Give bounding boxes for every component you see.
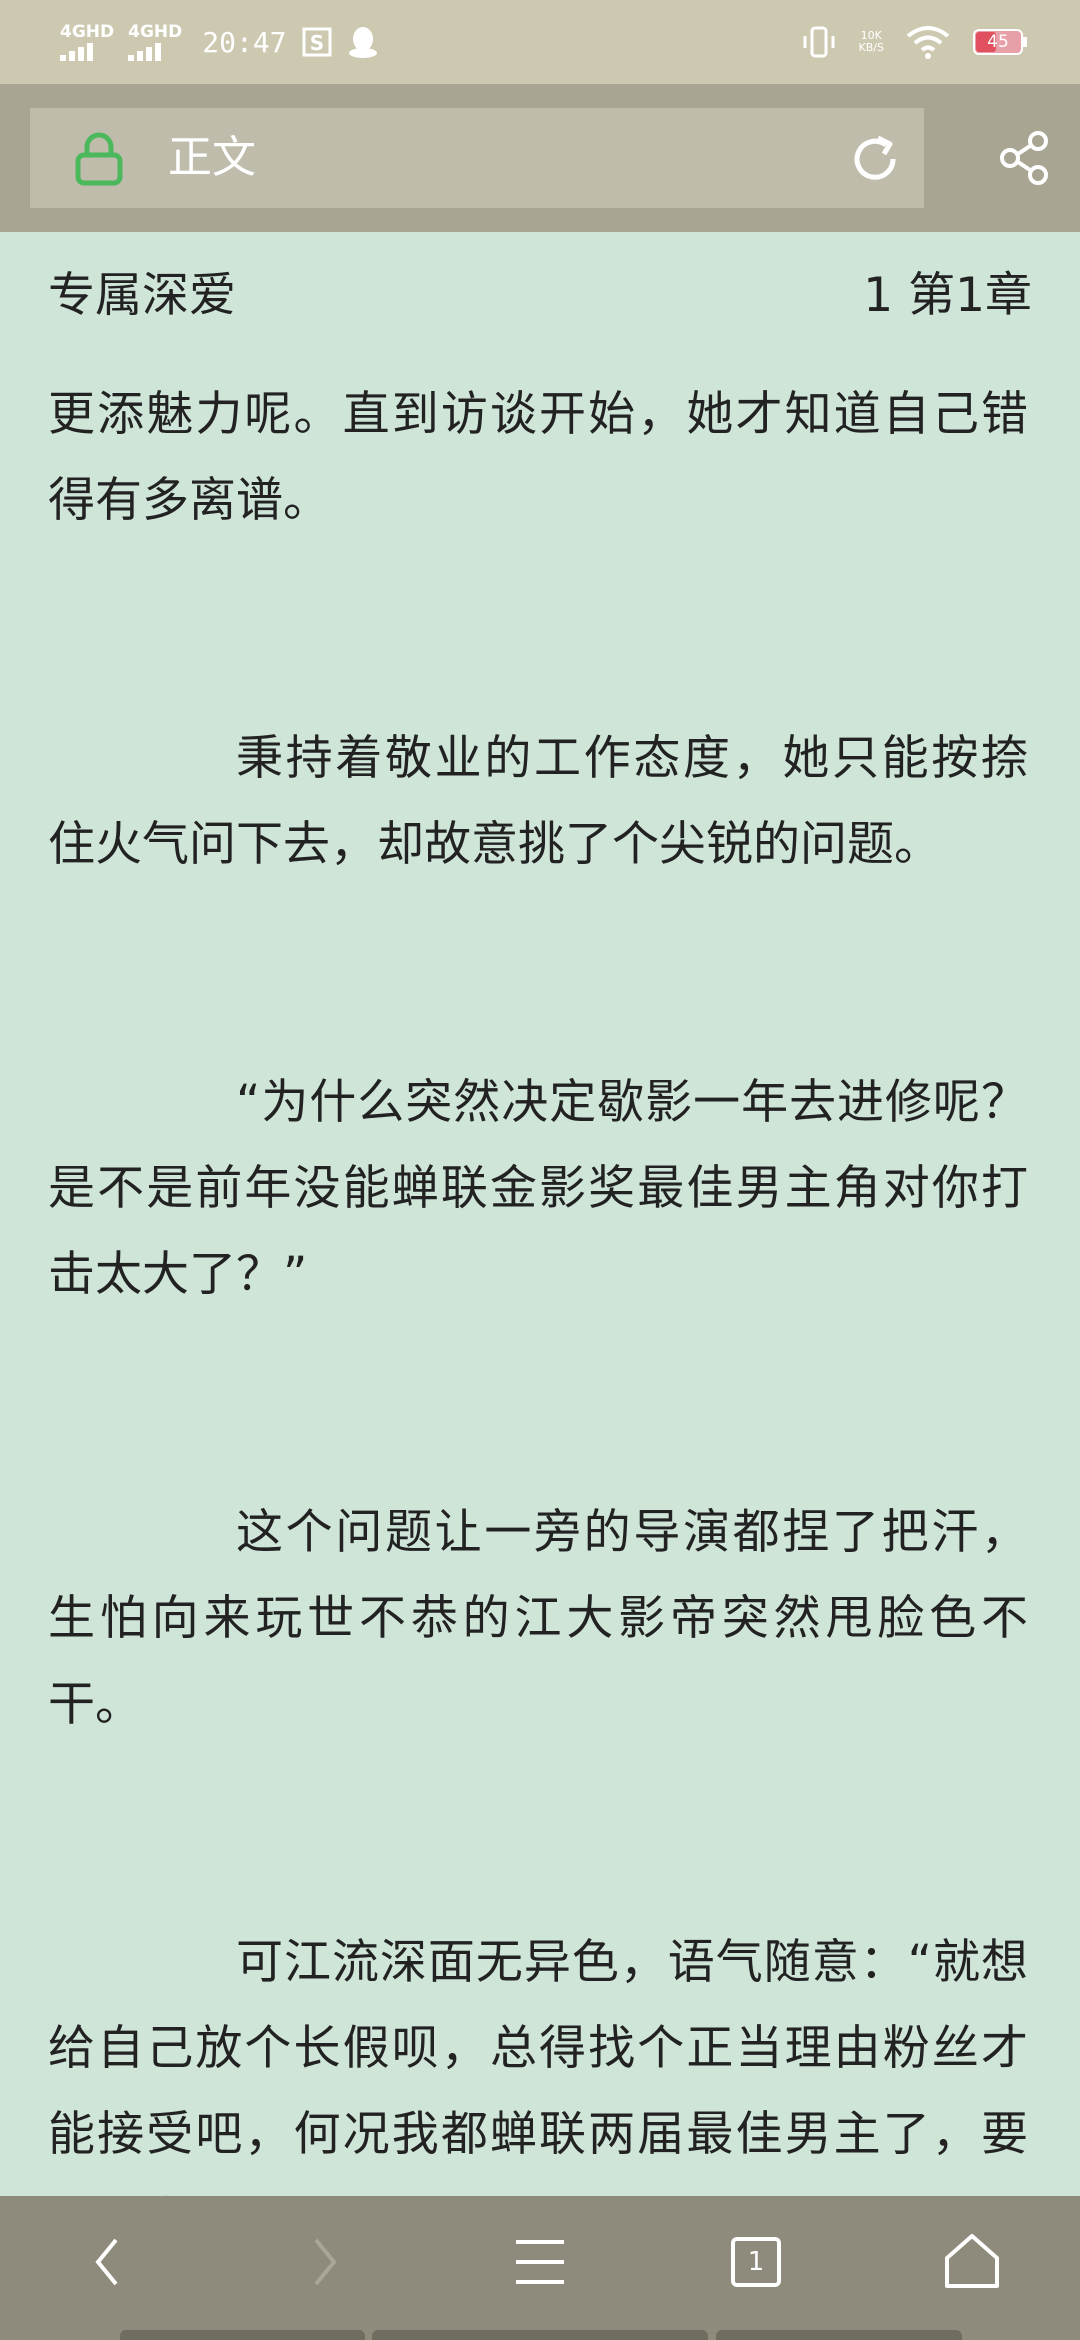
network-speed-unit: KB/S	[858, 41, 884, 54]
network-type-label: 4GHD	[60, 21, 115, 42]
reload-icon[interactable]	[848, 132, 902, 186]
paragraph: “为什么突然决定歇影一年去进修呢？是不是前年没能蝉联金影奖最佳男主角对你打击太大…	[48, 1075, 1028, 1302]
network-speed: 10K KB/S	[859, 30, 884, 54]
screenshot-icon: S	[302, 27, 332, 57]
forward-button[interactable]	[288, 2226, 360, 2298]
svg-text:S: S	[309, 31, 323, 55]
share-icon[interactable]	[996, 130, 1052, 186]
vibrate-icon	[803, 26, 835, 58]
gesture-bar	[372, 2330, 708, 2340]
home-button[interactable]	[936, 2226, 1008, 2298]
wifi-icon	[906, 26, 950, 59]
tabs-button[interactable]: 1	[720, 2226, 792, 2298]
page-title: 正文	[168, 132, 256, 183]
clock: 20:47	[202, 25, 287, 59]
chevron-right-icon	[314, 2238, 337, 2286]
paragraph: 秉持着敬业的工作态度，她只能按捺住火气问下去，却故意挑了个尖锐的问题。	[48, 731, 1028, 872]
chevron-left-icon	[95, 2238, 118, 2286]
paragraph: 这个问题让一旁的导演都捏了把汗，生怕向来玩世不恭的江大影帝突然甩脸色不干。	[48, 1505, 1028, 1732]
chapter-label: 1 第1章	[863, 267, 1032, 323]
book-title: 专属深爱	[48, 267, 236, 323]
gesture-bar	[120, 2330, 365, 2340]
home-icon	[945, 2234, 999, 2288]
bottom-navigation: 1	[0, 2196, 1080, 2340]
reader-content: 更添魅力呢。直到访谈开始，她才知道自己错得有多离谱。 秉持着敬业的工作态度，她只…	[48, 372, 1028, 2264]
tab-count: 1	[731, 2237, 781, 2287]
lock-icon	[75, 132, 123, 186]
status-bar: 4GHD 4GHD 20:47 S 10K KB/S 45	[0, 0, 1080, 84]
menu-button[interactable]	[504, 2226, 576, 2298]
signal-strength-icon-2: 4GHD	[128, 21, 183, 61]
network-type-label-2: 4GHD	[128, 21, 183, 42]
paragraph: 更添魅力呢。直到访谈开始，她才知道自己错得有多离谱。	[48, 387, 1028, 528]
gesture-bar	[716, 2330, 962, 2340]
browser-toolbar: 正文	[0, 84, 1080, 232]
reader-header: 专属深爱 1 第1章	[48, 258, 1032, 323]
menu-icon	[516, 2240, 564, 2284]
battery-icon: 45	[972, 27, 1030, 57]
address-bar[interactable]: 正文	[30, 108, 924, 208]
back-button[interactable]	[72, 2226, 144, 2298]
qq-icon	[348, 27, 377, 58]
battery-level: 45	[987, 32, 1009, 52]
signal-strength-icon: 4GHD	[60, 21, 115, 61]
